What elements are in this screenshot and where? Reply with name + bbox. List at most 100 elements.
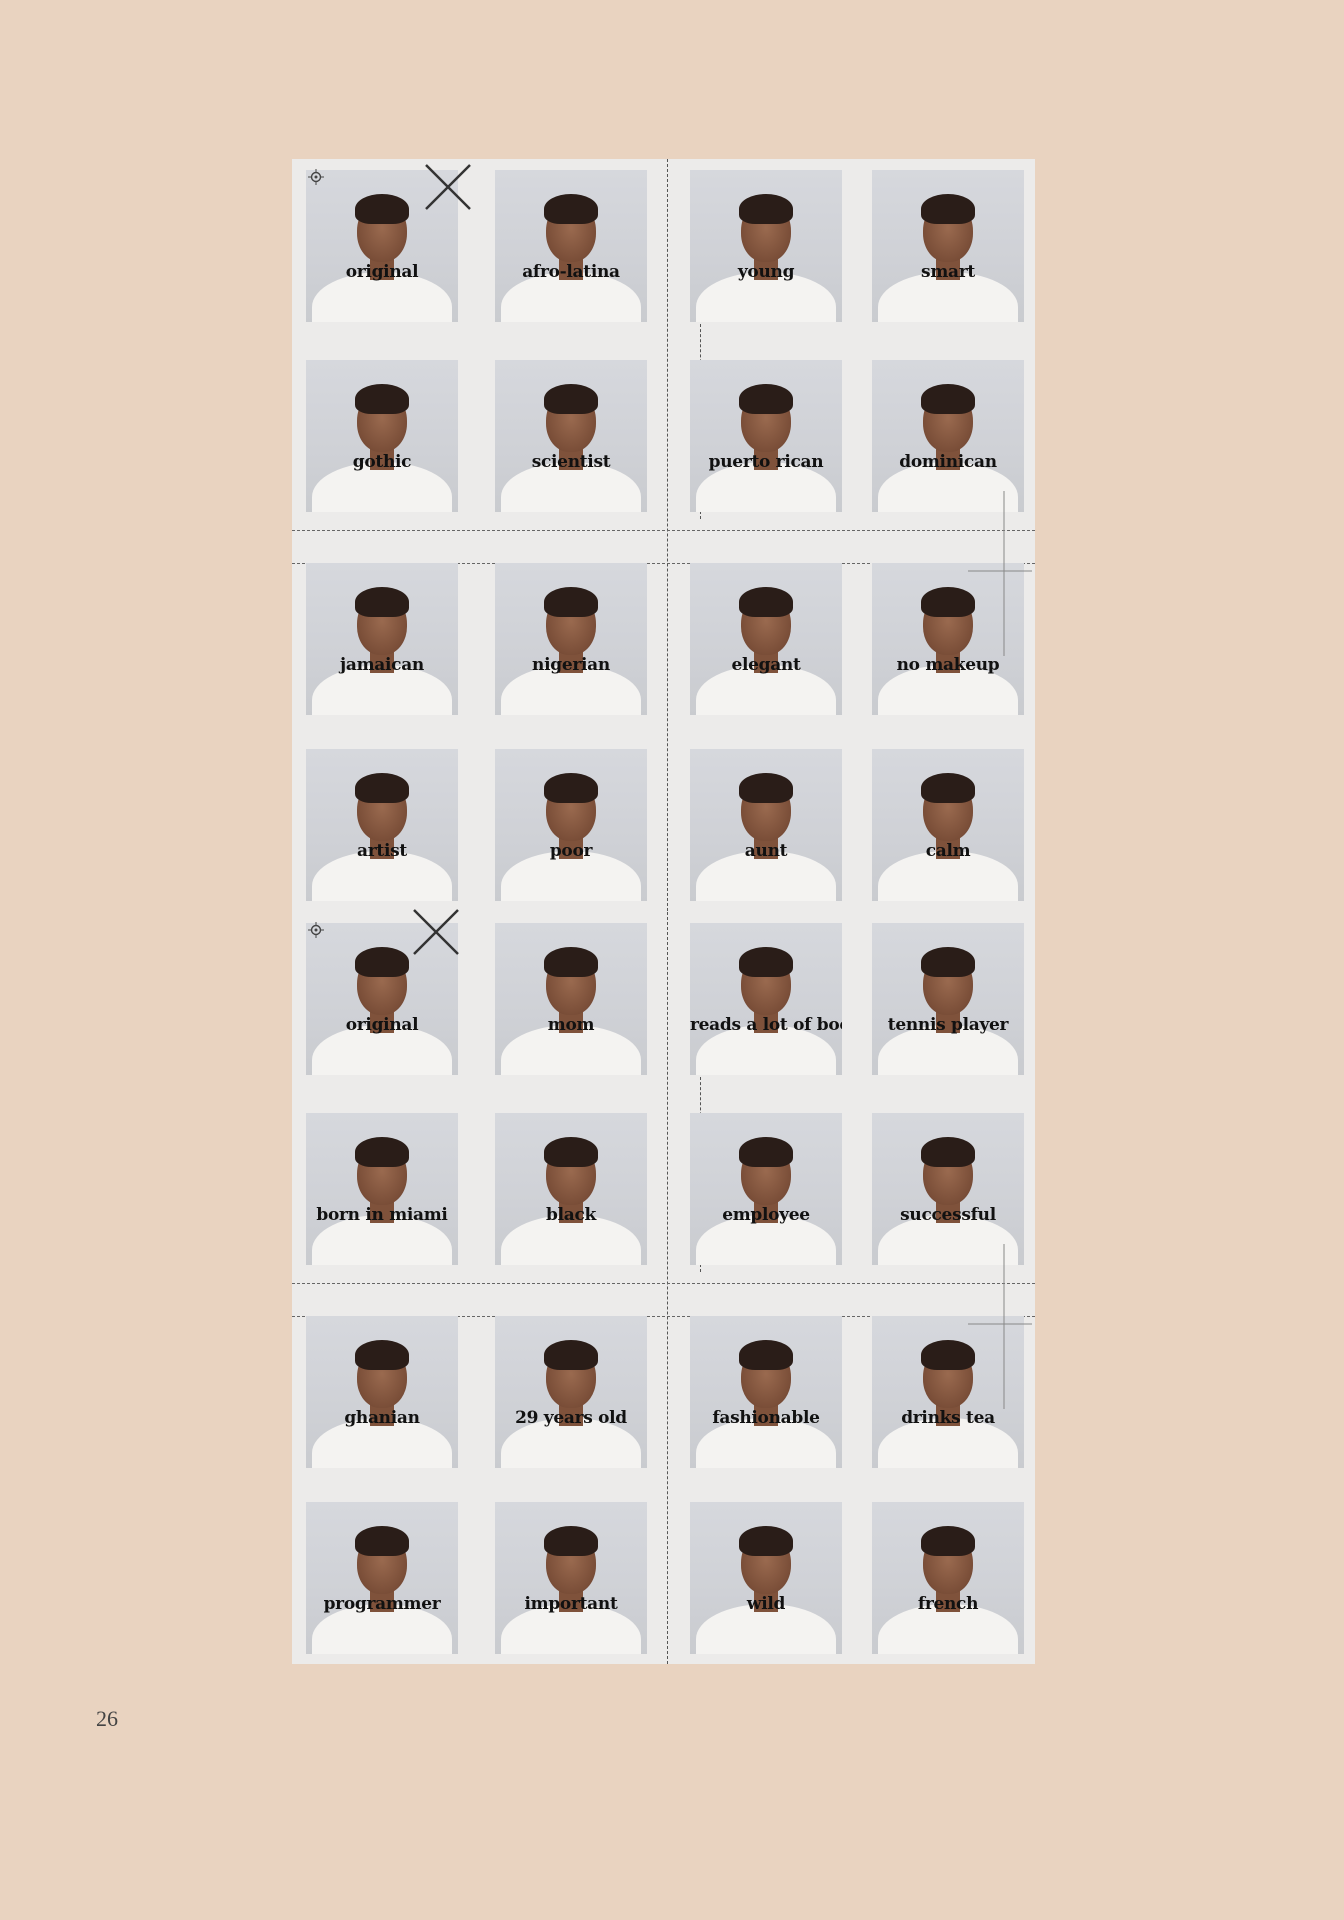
portrait-label: reads a lot of books <box>690 1015 842 1035</box>
portrait-tile: aunt <box>690 749 842 901</box>
portrait-hair <box>355 384 409 414</box>
portrait-label: born in miami <box>316 1205 448 1225</box>
portrait-tile: wild <box>690 1502 842 1654</box>
portrait-label: smart <box>921 262 975 282</box>
portrait-hair <box>739 1526 793 1556</box>
cut-guide-vertical <box>667 159 668 911</box>
portrait-tile: elegant <box>690 563 842 715</box>
registration-mark-icon <box>968 491 1032 656</box>
portrait-hair <box>921 1137 975 1167</box>
portrait-label: nigerian <box>532 655 610 675</box>
portrait-hair <box>921 1340 975 1370</box>
portrait-tile: puerto rican <box>690 360 842 512</box>
portrait-tile: important <box>495 1502 647 1654</box>
portrait-tile: black <box>495 1113 647 1265</box>
portrait-hair <box>544 1526 598 1556</box>
portrait-hair <box>355 1340 409 1370</box>
portrait-label: dominican <box>899 452 997 472</box>
portrait-label: mom <box>547 1015 595 1035</box>
portrait-tile: tennis player <box>872 923 1024 1075</box>
portrait-hair <box>921 1526 975 1556</box>
x-mark-icon <box>425 164 471 210</box>
portrait-hair <box>355 1526 409 1556</box>
portrait-hair <box>544 947 598 977</box>
portrait-tile: smart <box>872 170 1024 322</box>
portrait-tile: born in miami <box>306 1113 458 1265</box>
cut-guide-vertical <box>667 912 668 1664</box>
sheet-bottom: original mom reads a lot of books tennis pl… <box>292 909 1035 1664</box>
portrait-hair <box>739 1137 793 1167</box>
portrait-label: 29 years old <box>515 1408 627 1428</box>
portrait-hair <box>544 1340 598 1370</box>
portrait-label: scientist <box>531 452 611 472</box>
portrait-label: original <box>345 1015 419 1035</box>
portrait-hair <box>355 194 409 224</box>
crosshair-target-icon <box>308 922 324 938</box>
crosshair-target-icon <box>308 169 324 185</box>
portrait-label: employee <box>722 1205 810 1225</box>
photo-sheet: original afro-latina young smart gothic scien… <box>292 159 1035 1664</box>
portrait-label: successful <box>900 1205 996 1225</box>
portrait-tile: successful <box>872 1113 1024 1265</box>
portrait-label: important <box>524 1594 618 1614</box>
portrait-label: tennis player <box>887 1015 1009 1035</box>
portrait-label: programmer <box>323 1594 441 1614</box>
x-mark-icon <box>413 909 459 955</box>
portrait-hair <box>355 773 409 803</box>
portrait-hair <box>739 1340 793 1370</box>
portrait-tile: calm <box>872 749 1024 901</box>
portrait-label: afro-latina <box>522 262 620 282</box>
portrait-hair <box>921 194 975 224</box>
portrait-hair <box>355 947 409 977</box>
portrait-label: original <box>345 262 419 282</box>
portrait-label: ghanian <box>344 1408 420 1428</box>
portrait-tile: french <box>872 1502 1024 1654</box>
portrait-label: poor <box>549 841 593 861</box>
portrait-label: aunt <box>744 841 788 861</box>
portrait-tile: programmer <box>306 1502 458 1654</box>
portrait-hair <box>921 384 975 414</box>
portrait-tile: dominican <box>872 360 1024 512</box>
portrait-hair <box>544 587 598 617</box>
portrait-label: gothic <box>352 452 412 472</box>
portrait-hair <box>739 947 793 977</box>
portrait-label: jamaican <box>340 655 424 675</box>
portrait-hair <box>739 587 793 617</box>
portrait-hair <box>921 947 975 977</box>
portrait-tile: mom <box>495 923 647 1075</box>
portrait-hair <box>544 1137 598 1167</box>
portrait-tile: poor <box>495 749 647 901</box>
portrait-hair <box>355 1137 409 1167</box>
portrait-label: french <box>917 1594 979 1614</box>
cut-guide-horizontal <box>292 530 1035 531</box>
registration-mark-icon <box>968 1244 1032 1409</box>
portrait-hair <box>355 587 409 617</box>
portrait-tile: artist <box>306 749 458 901</box>
portrait-label: fashionable <box>712 1408 820 1428</box>
portrait-tile: gothic <box>306 360 458 512</box>
portrait-tile: young <box>690 170 842 322</box>
portrait-tile: fashionable <box>690 1316 842 1468</box>
portrait-hair <box>544 773 598 803</box>
portrait-tile: 29 years old <box>495 1316 647 1468</box>
portrait-tile: employee <box>690 1113 842 1265</box>
portrait-tile: jamaican <box>306 563 458 715</box>
portrait-hair <box>921 587 975 617</box>
portrait-hair <box>544 194 598 224</box>
portrait-label: elegant <box>731 655 801 675</box>
portrait-label: puerto rican <box>708 452 824 472</box>
portrait-label: artist <box>357 841 407 861</box>
sheet-top: original afro-latina young smart gothic scien… <box>292 159 1035 911</box>
page-number: 26 <box>96 1706 118 1731</box>
portrait-label: wild <box>746 1594 786 1614</box>
portrait-tile: nigerian <box>495 563 647 715</box>
portrait-label: young <box>737 262 795 282</box>
portrait-hair <box>544 384 598 414</box>
portrait-tile: afro-latina <box>495 170 647 322</box>
portrait-hair <box>739 773 793 803</box>
portrait-hair <box>921 773 975 803</box>
portrait-label: black <box>546 1205 596 1225</box>
portrait-tile: reads a lot of books <box>690 923 842 1075</box>
portrait-tile: ghanian <box>306 1316 458 1468</box>
portrait-tile: scientist <box>495 360 647 512</box>
